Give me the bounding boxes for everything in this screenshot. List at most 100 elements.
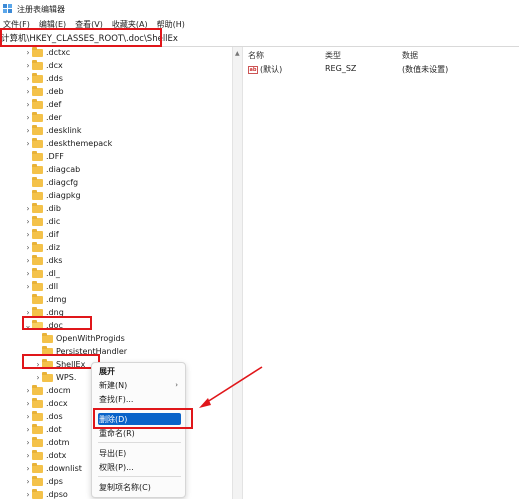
column-header-data[interactable]: 数据 (402, 50, 418, 61)
tree-item[interactable]: › .dll (24, 280, 58, 293)
values-pane[interactable]: 名称 类型 数据 ab (默认) REG_SZ (数值未设置) (244, 47, 519, 499)
folder-icon (32, 293, 43, 304)
tree-item[interactable]: › .dl_ (24, 267, 60, 280)
chevron-right-icon[interactable]: › (24, 61, 32, 70)
tree-item[interactable]: › .docm (24, 384, 71, 397)
chevron-right-icon[interactable]: › (24, 230, 32, 239)
folder-icon (32, 384, 43, 395)
tree-item[interactable]: › .dks (24, 254, 62, 267)
chevron-right-icon[interactable]: › (24, 490, 32, 499)
folder-icon (32, 111, 43, 122)
tree-item[interactable]: › .dps (24, 475, 63, 488)
chevron-right-icon[interactable]: › (24, 113, 32, 122)
value-data: (数值未设置) (402, 65, 449, 74)
tree-item[interactable]: › .docx (24, 397, 68, 410)
window-title: 注册表编辑器 (17, 4, 65, 14)
tree-item[interactable]: › .dot (24, 423, 62, 436)
submenu-arrow-icon: › (175, 381, 178, 389)
folder-icon (32, 137, 43, 148)
tree-scrollbar[interactable]: ▲ (232, 47, 243, 499)
chevron-right-icon[interactable]: › (24, 399, 32, 408)
folder-icon (32, 280, 43, 291)
chevron-right-icon[interactable]: › (24, 139, 32, 148)
tree-item[interactable]: › .der (24, 111, 62, 124)
tree-item[interactable]: › .dib (24, 202, 61, 215)
chevron-right-icon[interactable]: › (24, 451, 32, 460)
folder-icon (32, 163, 43, 174)
menu-item-copy-key-name[interactable]: 复制项名称(C) (98, 481, 181, 493)
chevron-right-icon[interactable]: › (24, 269, 32, 278)
chevron-right-icon[interactable]: › (24, 425, 32, 434)
chevron-right-icon[interactable]: › (24, 477, 32, 486)
tree-item[interactable]: › .dpso (24, 488, 68, 499)
tree-item[interactable]: › .diz (24, 241, 60, 254)
chevron-right-icon[interactable]: › (24, 243, 32, 252)
folder-icon (32, 59, 43, 70)
tree-item[interactable]: › .def (24, 98, 61, 111)
chevron-right-icon[interactable]: › (24, 282, 32, 291)
tree-item[interactable]: .DFF (24, 150, 64, 163)
folder-icon (32, 202, 43, 213)
tree-item[interactable]: .dmg (24, 293, 67, 306)
tree-item[interactable]: › .desklink (24, 124, 82, 137)
folder-icon (32, 124, 43, 135)
tree-item[interactable]: .diagcab (24, 163, 80, 176)
tree-item[interactable]: › .dcx (24, 59, 63, 72)
tree-item[interactable]: › .dctxc (24, 47, 70, 59)
address-highlight-box (0, 28, 162, 47)
tree-item[interactable]: › .dotx (24, 449, 66, 462)
tree-item[interactable]: › .dif (24, 228, 59, 241)
chevron-right-icon[interactable]: › (24, 438, 32, 447)
chevron-right-icon[interactable]: › (24, 386, 32, 395)
folder-icon (42, 332, 53, 343)
menu-separator (98, 476, 181, 477)
folder-icon (42, 371, 53, 382)
chevron-right-icon[interactable]: › (24, 464, 32, 473)
chevron-right-icon[interactable]: › (24, 256, 32, 265)
chevron-right-icon[interactable]: › (24, 412, 32, 421)
menu-item-export[interactable]: 导出(E) (98, 447, 181, 459)
tree-item[interactable]: .diagcfg (24, 176, 78, 189)
folder-icon (32, 397, 43, 408)
folder-icon (32, 410, 43, 421)
tree-item[interactable]: › .dic (24, 215, 60, 228)
folder-icon (32, 98, 43, 109)
tree-item[interactable]: OpenWithProgids (34, 332, 125, 345)
folder-icon (32, 475, 43, 486)
tree-item[interactable]: › .dds (24, 72, 63, 85)
folder-icon (32, 176, 43, 187)
tree-item[interactable]: › .dotm (24, 436, 69, 449)
chevron-right-icon[interactable]: › (34, 373, 42, 382)
chevron-right-icon[interactable]: › (24, 126, 32, 135)
tree-item[interactable]: › .deb (24, 85, 64, 98)
folder-icon (32, 150, 43, 161)
chevron-right-icon[interactable]: › (24, 204, 32, 213)
chevron-right-icon[interactable]: › (24, 100, 32, 109)
chevron-right-icon[interactable]: › (24, 74, 32, 83)
menu-item-permissions[interactable]: 权限(P)... (98, 461, 181, 473)
column-header-name[interactable]: 名称 (248, 50, 264, 61)
tree-item[interactable]: › .dos (24, 410, 63, 423)
chevron-right-icon[interactable]: › (24, 48, 32, 57)
folder-icon (32, 215, 43, 226)
folder-icon (32, 254, 43, 265)
tree-item[interactable]: .diagpkg (24, 189, 81, 202)
menu-item-new[interactable]: 新建(N) › (98, 379, 181, 391)
doc-highlight-box (22, 316, 92, 330)
scroll-up-icon[interactable]: ▲ (235, 50, 240, 57)
tree-item[interactable]: › .downlist (24, 462, 82, 475)
tree-item[interactable]: › WPS. (34, 371, 76, 384)
menu-item-find[interactable]: 查找(F)... (98, 393, 181, 405)
chevron-right-icon[interactable]: › (24, 87, 32, 96)
registry-icon (3, 4, 13, 14)
value-row-default[interactable]: ab (默认) (248, 64, 282, 75)
tree-item[interactable]: › .deskthemepack (24, 137, 112, 150)
menu-separator (98, 442, 181, 443)
folder-icon (32, 47, 43, 57)
column-header-type[interactable]: 类型 (325, 50, 341, 61)
chevron-right-icon[interactable]: › (24, 217, 32, 226)
folder-icon (32, 189, 43, 200)
menu-item-expand[interactable]: 展开 (98, 365, 181, 377)
folder-icon (32, 72, 43, 83)
string-value-icon: ab (248, 65, 258, 74)
